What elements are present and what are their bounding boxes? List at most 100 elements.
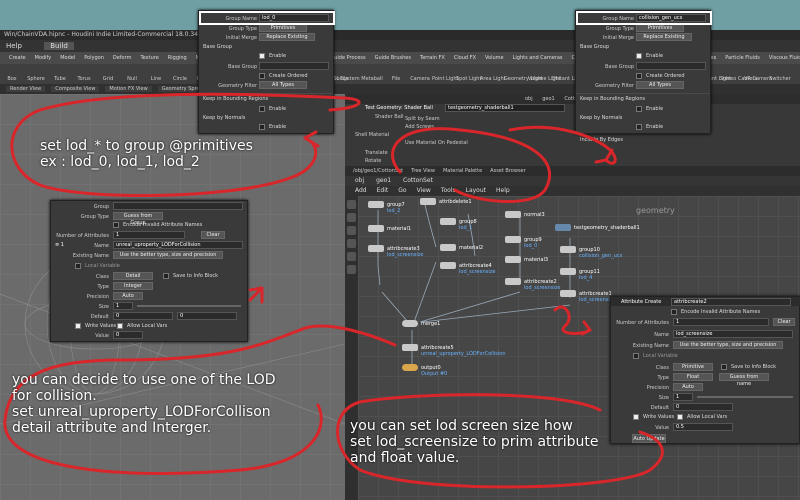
light-tool-1[interactable]: Point Light [432,76,458,82]
size-slider[interactable] [697,396,793,398]
base-group-field[interactable] [259,62,329,70]
shelf-tab-13[interactable]: Terrain FX [420,55,445,61]
node-attribcreate5[interactable]: attribcreate5 unreal_uproperty_LODForColl… [402,344,506,357]
path-geo[interactable]: geo1 [542,96,555,102]
clear-button[interactable]: Clear [773,318,795,326]
save-info-checkbox[interactable] [163,273,169,279]
value-field[interactable]: 0.5 [673,423,733,431]
network-tab-3[interactable]: Asset Browser [490,168,526,174]
light-tool-15[interactable]: Switcher [768,76,792,82]
shelf-tab-23[interactable]: Viscous Fluids [769,55,800,61]
pan-tool-icon[interactable] [347,213,356,222]
shelf-tab-4[interactable]: Deform [113,55,132,61]
geometry-filter-dropdown[interactable]: All Types [636,81,684,89]
shelf-tool-6[interactable]: Line [144,76,168,82]
shelf-tool-4[interactable]: Grid [96,76,120,82]
group-type-dropdown[interactable]: Guess from Group [113,212,163,226]
node-attribcreate1[interactable]: attribcreate1 lod_screensize [560,290,615,303]
enable-checkbox[interactable] [636,53,642,59]
light-tool-5[interactable]: Volume Light [528,76,561,82]
param-row-screws[interactable]: Add Screws [405,124,434,130]
color-tool-icon[interactable] [347,265,356,274]
node-group10[interactable]: group10 collision_gen_ucx [560,246,623,259]
size-field[interactable]: 1 [113,302,133,310]
node-group7[interactable]: group7 lod_2 [368,201,405,214]
shelf-tool-0[interactable]: Box [0,76,24,82]
initial-merge-dropdown[interactable]: Replace Existing [636,33,692,41]
group-type-dropdown[interactable]: Primitives [636,24,684,32]
shelf-tab-3[interactable]: Polygon [84,55,104,61]
node-material3[interactable]: material3 [505,256,548,263]
allow-local-checkbox[interactable] [117,323,123,329]
default-field[interactable]: 0 [113,312,173,320]
num-attributes-field[interactable]: 1 [673,318,769,326]
geometry-filter-dropdown[interactable]: All Types [259,81,307,89]
shelf-tab-1[interactable]: Modify [35,55,52,61]
node-attribcreate4[interactable]: attribcreate4 lod_screensize [440,262,495,275]
node-name-field[interactable]: attribcreate2 [671,298,791,306]
net-path-node[interactable]: CottonSet [403,177,433,184]
network-menu-3[interactable]: View [417,187,431,194]
node-output0[interactable]: output0 Output #0 [402,364,447,377]
node-attribcreate3[interactable]: attribcreate3 lod_screensize [368,245,423,258]
num-attributes-field[interactable]: 1 [113,231,185,239]
encode-checkbox[interactable] [113,222,119,228]
pane-tab-1[interactable]: Composite View [51,86,100,92]
local-var-checkbox[interactable] [633,353,639,359]
write-values-checkbox[interactable] [75,323,81,329]
default-field[interactable]: 0 [673,403,733,411]
node-testgeometry-shaderball1[interactable]: testgeometry_shaderball1 [555,224,640,231]
create-ordered-checkbox[interactable] [259,73,265,79]
type-dropdown[interactable]: Float [673,373,713,381]
existing-name-dropdown[interactable]: Use the better type, size and precision [113,251,223,259]
default-field-2[interactable]: 0 [177,312,237,320]
node-normal3[interactable]: normal3 [505,211,545,218]
normals-enable-checkbox[interactable] [259,124,265,130]
select-tool-icon[interactable] [347,200,356,209]
size-field[interactable]: 1 [673,393,693,401]
precision-dropdown[interactable]: Auto [673,383,703,391]
node-group8[interactable]: group8 lod_1 [440,218,477,231]
section-keep-bounding[interactable]: Keep in Bounding Regions [580,96,645,102]
shelf-tab-0[interactable]: Create [9,55,26,61]
shelf-tool-16[interactable]: File [384,76,408,82]
section-include-edges[interactable]: Include By Edges [580,137,623,143]
shelf-tool-14[interactable]: L-System [336,76,360,82]
pane-tab-2[interactable]: Motion FX View [105,86,152,92]
note-tool-icon[interactable] [347,252,356,261]
section-base-group[interactable]: Base Group [203,44,232,50]
shelf-tab-5[interactable]: Texture [140,55,158,61]
write-values-checkbox[interactable] [633,414,639,420]
type-dropdown[interactable]: Integer [113,282,153,290]
light-tool-0[interactable]: Camera [408,76,432,82]
light-tool-14[interactable]: VR Camera [744,76,772,82]
menu-build[interactable]: Build [44,42,74,50]
network-menu-1[interactable]: Edit [377,187,389,194]
light-tool-2[interactable]: Spot Light [456,76,481,82]
shelf-tab-16[interactable]: Lights and Cameras [513,55,563,61]
shelf-tab-11[interactable]: Guide Process [330,55,365,61]
light-tool-4[interactable]: Geometry Light [504,76,543,82]
shelf-tool-1[interactable]: Sphere [24,76,48,82]
typeinfo-dropdown[interactable]: Guess from name [719,373,769,387]
section-keep-normals[interactable]: Keep by Normals [203,115,245,121]
shelf-tab-15[interactable]: Volume [485,55,504,61]
param-row-pedestal[interactable]: Use Material On Pedestal [405,140,468,146]
shelf-tool-2[interactable]: Tube [48,76,72,82]
param-node-name[interactable]: testgeometry_shaderball1 [445,104,565,112]
allow-local-checkbox[interactable] [677,414,683,420]
network-menu-0[interactable]: Add [355,187,367,194]
class-dropdown[interactable]: Primitive [673,363,713,371]
auto-update-button[interactable]: Auto Update [632,434,666,443]
encode-checkbox[interactable] [671,309,677,315]
node-attribcreate2[interactable]: attribcreate2 lod_screensize [505,278,560,291]
shelf-tool-3[interactable]: Torus [72,76,96,82]
light-tool-6[interactable]: Distant Light [552,76,584,82]
menu-help[interactable]: Help [6,42,22,50]
pane-tab-0[interactable]: Render View [6,86,46,92]
network-menu-4[interactable]: Tools [441,187,456,194]
network-tab-0[interactable]: /obj/geo1/CottonSet [353,168,403,174]
shelf-tab-14[interactable]: Cloud FX [454,55,476,61]
node-attribdelete1[interactable]: attribdelete1 [420,198,472,205]
section-keep-normals[interactable]: Keep by Normals [580,115,622,121]
